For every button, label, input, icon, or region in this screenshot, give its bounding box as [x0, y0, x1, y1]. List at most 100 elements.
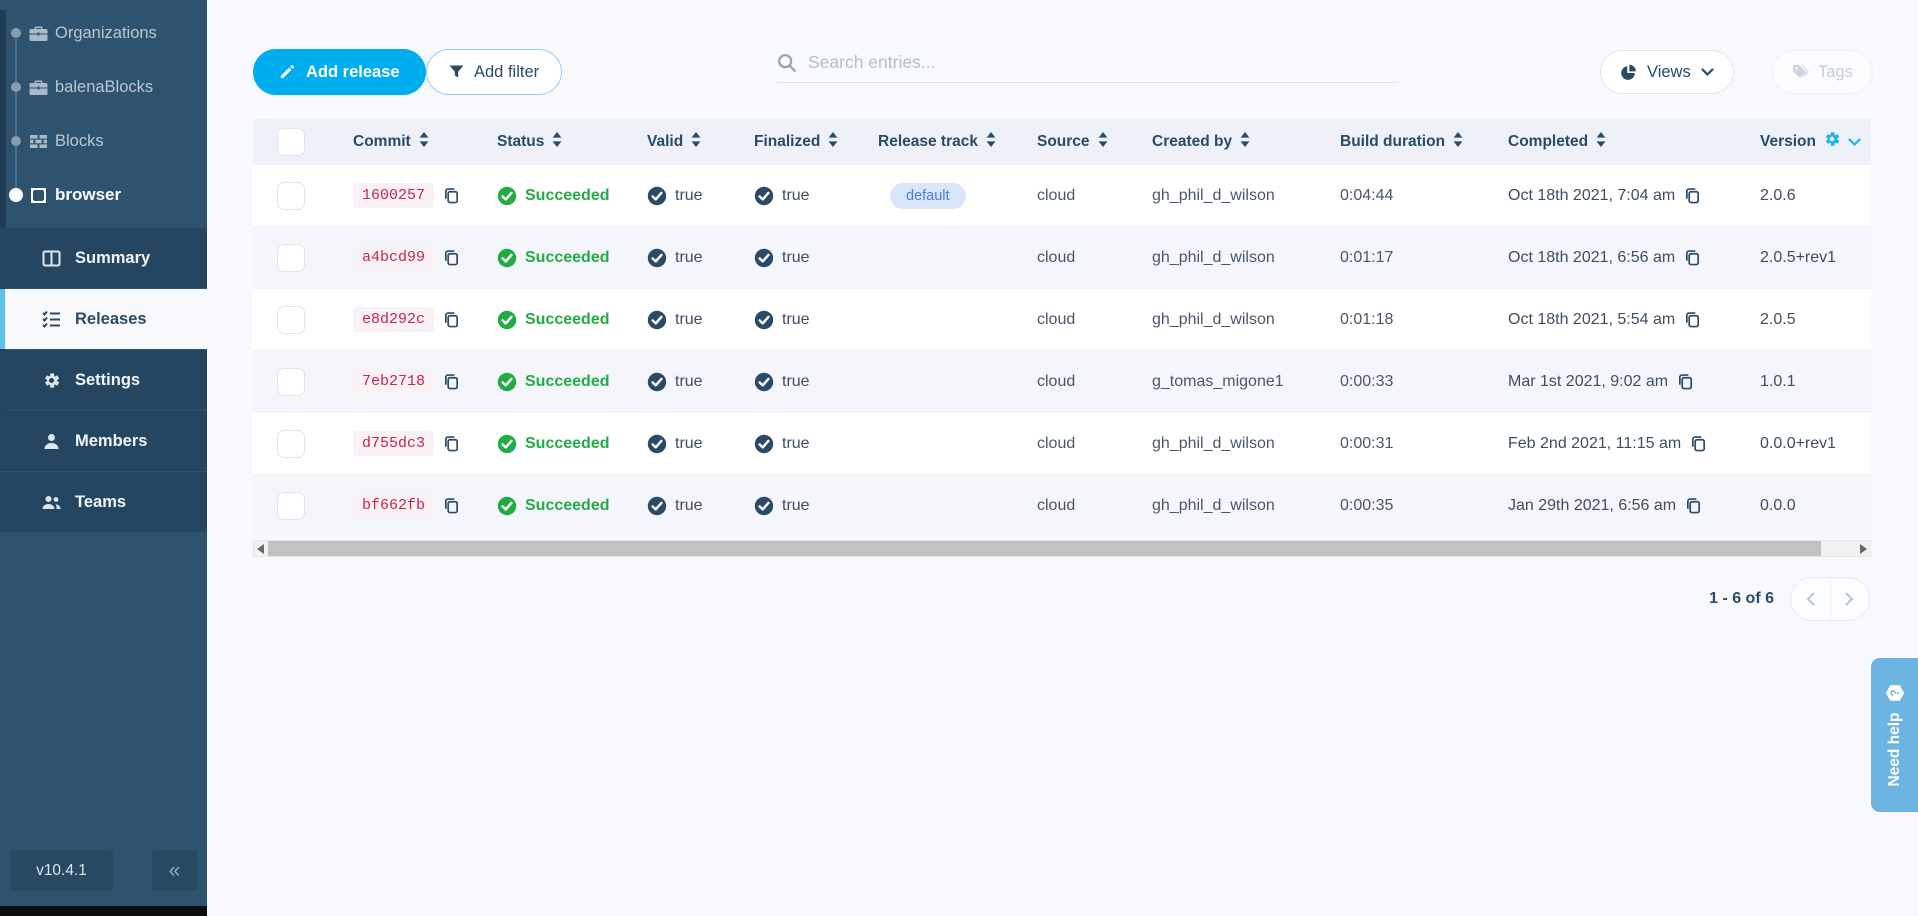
completed-date: Jan 29th 2021, 6:56 am [1508, 497, 1676, 515]
app-version-button[interactable]: v10.4.1 [10, 850, 113, 891]
sidebar-bottom-bar [0, 906, 207, 916]
commit-hash: d755dc3 [353, 431, 434, 456]
success-check-icon [497, 186, 517, 206]
version-cell: 2.0.6 [1760, 187, 1871, 205]
row-checkbox[interactable] [277, 430, 305, 458]
column-settings-gear-icon[interactable] [1823, 130, 1841, 153]
sidebar-item-browser[interactable]: browser [0, 168, 207, 222]
sidebar-item-label: balenaBlocks [55, 78, 153, 97]
finalized-value: true [782, 497, 810, 515]
finalized-cell: true [754, 248, 878, 268]
copy-icon[interactable] [1690, 435, 1707, 452]
copy-icon[interactable] [443, 435, 460, 452]
need-help-tab[interactable]: Need help ? [1871, 658, 1918, 812]
check-circle-icon [647, 372, 667, 392]
horizontal-scrollbar[interactable] [253, 540, 1871, 557]
row-checkbox[interactable] [277, 306, 305, 334]
sidebar-collapse-button[interactable]: « [152, 850, 197, 891]
add-filter-label: Add filter [474, 63, 539, 82]
check-circle-icon [754, 248, 774, 268]
column-label: Version [1760, 133, 1816, 151]
commit-hash: 7eb2718 [353, 369, 434, 394]
created-by-value: gh_phil_d_wilson [1152, 435, 1275, 453]
check-circle-icon [754, 186, 774, 206]
tree-dot [11, 28, 21, 38]
row-checkbox[interactable] [277, 182, 305, 210]
copy-icon[interactable] [1684, 187, 1701, 204]
valid-cell: true [647, 434, 754, 454]
sidebar-item-label: Releases [75, 310, 147, 329]
search-input[interactable] [808, 52, 1398, 73]
row-checkbox[interactable] [277, 368, 305, 396]
created-by-value: gh_phil_d_wilson [1152, 311, 1275, 329]
sidebar-item-summary[interactable]: Summary [0, 228, 207, 288]
add-release-label: Add release [306, 63, 400, 82]
sidebar-item-teams[interactable]: Teams [0, 472, 207, 532]
sort-icon [1097, 132, 1109, 152]
scroll-left-arrow[interactable] [257, 544, 264, 554]
row-checkbox[interactable] [277, 492, 305, 520]
table-header-row: Commit Status Valid Finalized Release tr… [253, 119, 1871, 164]
chevron-down-icon[interactable] [1848, 133, 1861, 151]
select-all-checkbox[interactable] [277, 128, 305, 156]
table-header-source[interactable]: Source [1037, 132, 1152, 152]
copy-icon[interactable] [1685, 497, 1702, 514]
copy-icon[interactable] [443, 187, 460, 204]
copy-icon[interactable] [443, 249, 460, 266]
completed-cell: Mar 1st 2021, 9:02 am [1508, 373, 1760, 391]
sidebar-item-releases[interactable]: Releases [0, 289, 207, 349]
add-filter-button[interactable]: Add filter [426, 49, 562, 95]
table-row: 1600257 Succeeded true true default [253, 164, 1871, 226]
commit-cell: d755dc3 [353, 431, 497, 456]
table-row: a4bcd99 Succeeded true true [253, 226, 1871, 288]
sidebar-item-organizations[interactable]: Organizations [0, 6, 207, 60]
sidebar-item-label: Teams [75, 493, 126, 512]
chevron-down-icon [1701, 68, 1714, 76]
copy-icon[interactable] [443, 373, 460, 390]
sidebar-item-settings[interactable]: Settings [0, 350, 207, 410]
version-value: 2.0.5 [1760, 311, 1796, 329]
source-cell: cloud [1037, 373, 1152, 391]
views-button[interactable]: Views [1600, 50, 1734, 94]
table-header-created-by[interactable]: Created by [1152, 132, 1340, 152]
table-header-valid[interactable]: Valid [647, 132, 754, 152]
copy-icon[interactable] [443, 497, 460, 514]
sidebar-item-blocks[interactable]: Blocks [0, 114, 207, 168]
version-cell: 1.0.1 [1760, 373, 1871, 391]
valid-cell: true [647, 186, 754, 206]
check-circle-icon [647, 434, 667, 454]
copy-icon[interactable] [1684, 311, 1701, 328]
row-checkbox[interactable] [277, 244, 305, 272]
tags-icon [1792, 64, 1809, 80]
table-header-release-track[interactable]: Release track [878, 132, 1037, 152]
table-row: 7eb2718 Succeeded true true [253, 350, 1871, 412]
build-duration-cell: 0:00:35 [1340, 497, 1508, 515]
scrollbar-thumb[interactable] [268, 541, 1821, 556]
tags-button[interactable]: Tags [1772, 50, 1873, 94]
copy-icon[interactable] [1677, 373, 1694, 390]
next-page-button[interactable] [1831, 578, 1870, 620]
filter-funnel-icon [449, 65, 464, 79]
copy-icon[interactable] [1684, 249, 1701, 266]
sidebar-item-members[interactable]: Members [0, 411, 207, 471]
completed-date: Mar 1st 2021, 9:02 am [1508, 373, 1668, 391]
build-duration-value: 0:01:18 [1340, 311, 1393, 329]
table-header-completed[interactable]: Completed [1508, 132, 1760, 152]
table-header-version[interactable]: Version [1760, 130, 1871, 153]
sidebar-item-balenablocks[interactable]: balenaBlocks [0, 60, 207, 114]
svg-text:?: ? [1890, 690, 1902, 697]
table-header-commit[interactable]: Commit [353, 132, 497, 152]
add-release-button[interactable]: Add release [253, 49, 426, 95]
check-circle-icon [754, 310, 774, 330]
source-value: cloud [1037, 249, 1075, 267]
column-label: Finalized [754, 133, 820, 151]
table-header-build-duration[interactable]: Build duration [1340, 132, 1508, 152]
scroll-right-arrow[interactable] [1860, 544, 1867, 554]
briefcase-icon [29, 78, 48, 97]
table-header-finalized[interactable]: Finalized [754, 132, 878, 152]
previous-page-button[interactable] [1791, 578, 1831, 620]
finalized-cell: true [754, 434, 878, 454]
completed-cell: Jan 29th 2021, 6:56 am [1508, 497, 1760, 515]
table-header-status[interactable]: Status [497, 132, 647, 152]
copy-icon[interactable] [443, 311, 460, 328]
